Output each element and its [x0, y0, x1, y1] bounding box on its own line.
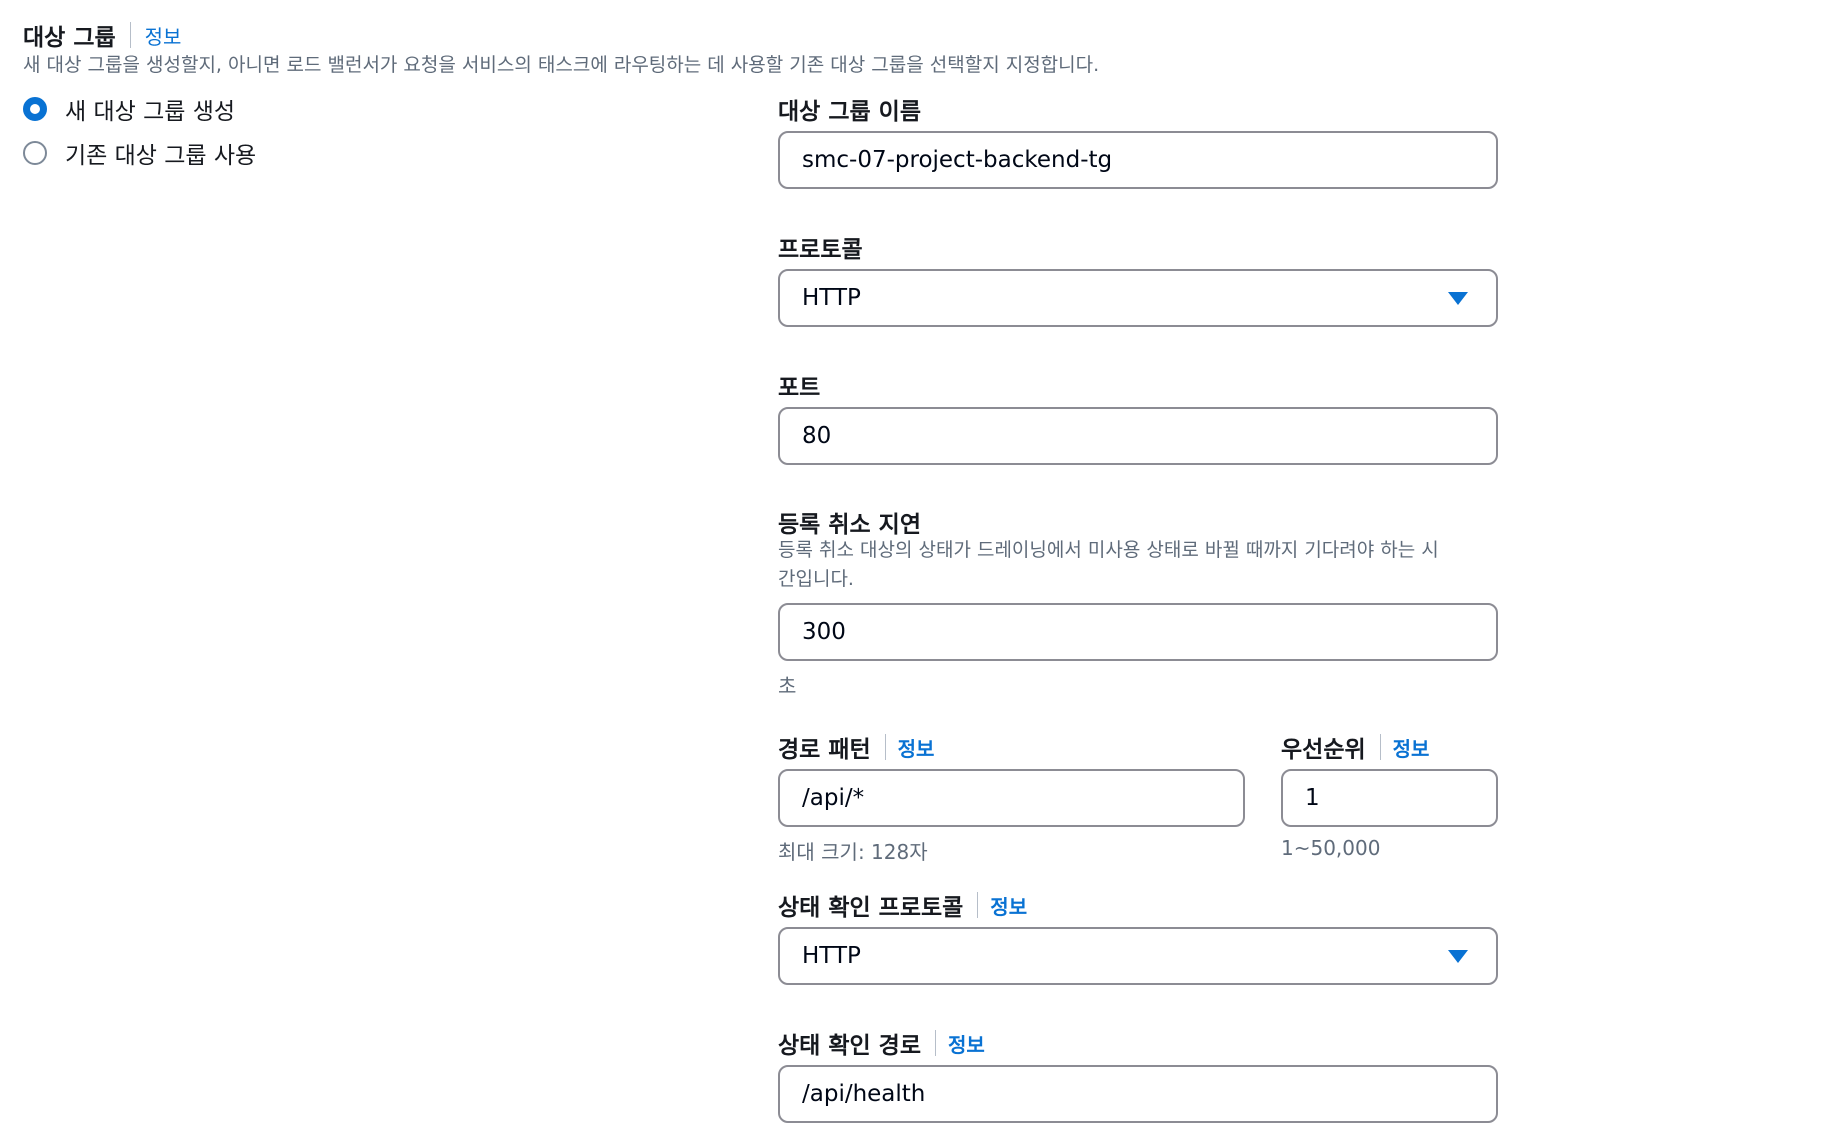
radio-label: 기존 대상 그룹 사용 — [65, 143, 257, 169]
target-group-name-label: 대상 그룹 이름 — [778, 92, 921, 126]
path-pattern-hint: 최대 크기: 128자 — [778, 840, 928, 864]
radio-create-new[interactable]: 새 대상 그룹 생성 — [23, 92, 256, 126]
info-link[interactable]: 정보 — [145, 21, 182, 50]
health-check-protocol-label: 상태 확인 프로토콜 정보 — [778, 888, 1027, 922]
caret-down-icon — [1448, 949, 1468, 963]
path-pattern-input[interactable]: /api/* — [778, 769, 1245, 827]
label-divider — [1379, 734, 1381, 760]
port-label: 포트 — [778, 368, 820, 402]
label-text: 경로 패턴 — [778, 737, 871, 763]
label-text: 상태 확인 프로토콜 — [778, 895, 964, 921]
input-value: 1 — [1305, 785, 1320, 811]
input-value: 80 — [802, 423, 832, 449]
deregistration-delay-label: 등록 취소 지연 — [778, 505, 921, 539]
radio-checked-icon[interactable] — [23, 97, 47, 121]
input-value: /api/* — [802, 785, 865, 811]
description-line: 등록 취소 대상의 상태가 드레이닝에서 미사용 상태로 바뀔 때까지 기다려야… — [778, 539, 1439, 561]
input-value: 300 — [802, 619, 846, 645]
deregistration-delay-input[interactable]: 300 — [778, 603, 1498, 661]
label-text: 프로토콜 — [778, 237, 863, 263]
label-text: 우선순위 — [1281, 737, 1366, 763]
label-divider — [934, 1030, 936, 1056]
deregistration-delay-description: 등록 취소 대상의 상태가 드레이닝에서 미사용 상태로 바뀔 때까지 기다려야… — [778, 536, 1498, 594]
label-text: 포트 — [778, 375, 821, 401]
deregistration-unit: 초 — [778, 674, 797, 698]
select-value: HTTP — [802, 943, 861, 969]
protocol-select[interactable]: HTTP — [778, 269, 1498, 327]
label-divider — [977, 892, 979, 918]
info-link[interactable]: 정보 — [990, 891, 1027, 920]
protocol-label: 프로토콜 — [778, 230, 863, 264]
select-value: HTTP — [802, 285, 861, 311]
radio-unchecked-icon[interactable] — [23, 141, 47, 165]
health-check-path-input[interactable]: /api/health — [778, 1065, 1498, 1123]
info-link[interactable]: 정보 — [1393, 733, 1430, 762]
input-value: smc-07-project-backend-tg — [802, 147, 1113, 173]
radio-use-existing[interactable]: 기존 대상 그룹 사용 — [23, 136, 256, 170]
label-text: 등록 취소 지연 — [778, 512, 921, 538]
caret-down-icon — [1448, 291, 1468, 305]
info-link[interactable]: 정보 — [898, 733, 935, 762]
target-group-header: 대상 그룹 정보 — [23, 18, 181, 52]
radio-label: 새 대상 그룹 생성 — [65, 99, 236, 125]
target-group-name-input[interactable]: smc-07-project-backend-tg — [778, 131, 1498, 189]
path-pattern-label: 경로 패턴 정보 — [778, 730, 934, 764]
port-input[interactable]: 80 — [778, 407, 1498, 465]
title-divider — [129, 22, 131, 48]
section-title: 대상 그룹 — [23, 25, 116, 51]
priority-input[interactable]: 1 — [1281, 769, 1498, 827]
section-description: 새 대상 그룹을 생성할지, 아니면 로드 밸런서가 요청을 서비스의 태스크에… — [23, 54, 1100, 76]
label-divider — [884, 734, 886, 760]
priority-label: 우선순위 정보 — [1281, 730, 1429, 764]
label-text: 상태 확인 경로 — [778, 1033, 921, 1059]
target-group-radio-group: 새 대상 그룹 생성 기존 대상 그룹 사용 — [23, 92, 256, 170]
label-text: 대상 그룹 이름 — [778, 99, 921, 125]
health-check-path-label: 상태 확인 경로 정보 — [778, 1026, 985, 1060]
priority-hint: 1~50,000 — [1281, 836, 1381, 860]
input-value: /api/health — [802, 1081, 926, 1107]
health-check-protocol-select[interactable]: HTTP — [778, 927, 1498, 985]
info-link[interactable]: 정보 — [948, 1029, 985, 1058]
description-line: 간입니다. — [778, 568, 854, 590]
